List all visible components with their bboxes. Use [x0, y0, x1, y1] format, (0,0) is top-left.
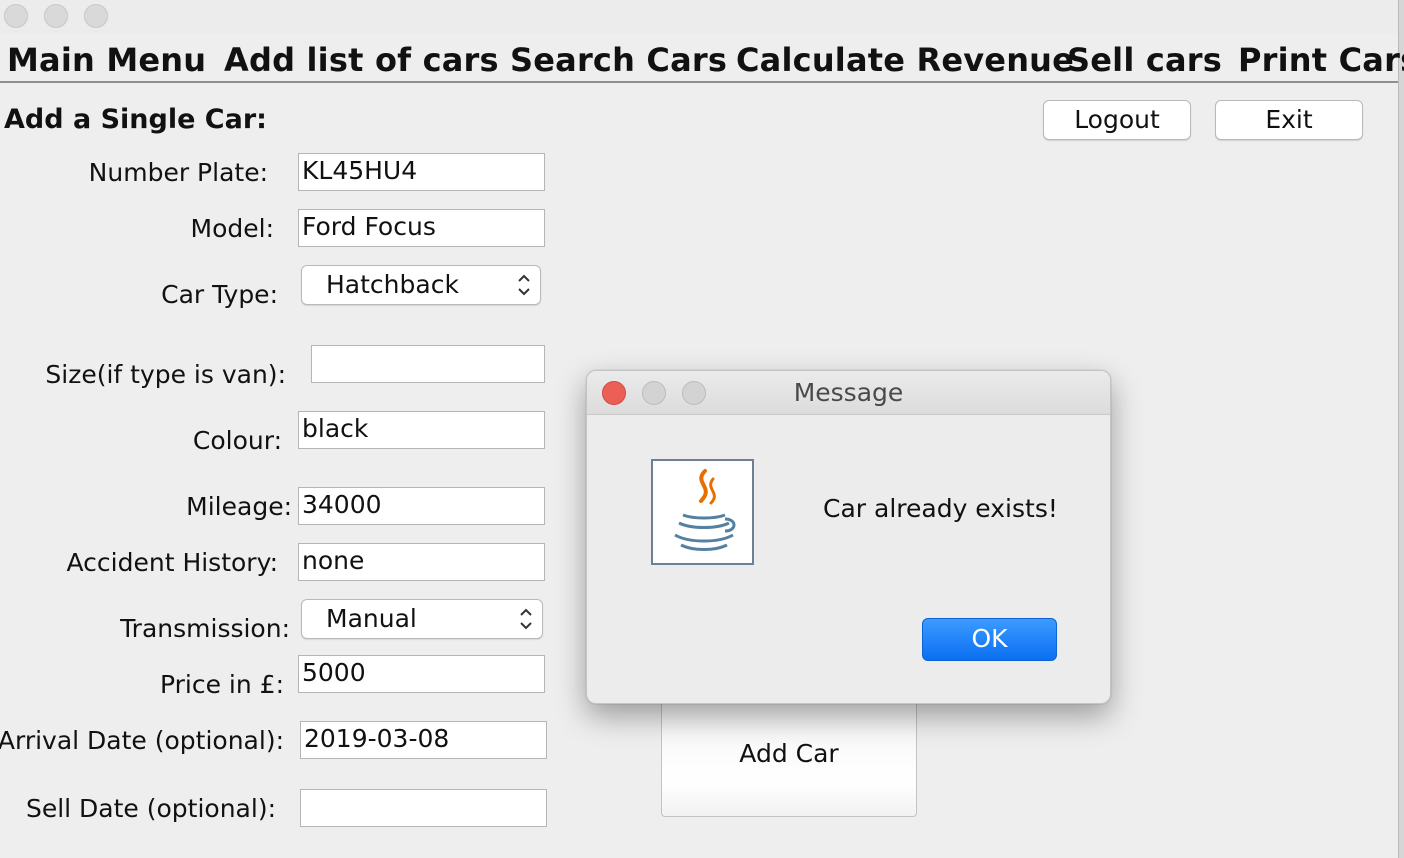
car-type-select[interactable]: Hatchback	[301, 265, 541, 305]
window-zoom-button[interactable]	[84, 4, 108, 28]
window-edge	[1398, 0, 1404, 858]
car-type-selected-value: Hatchback	[326, 270, 459, 299]
menu-add-list-of-cars[interactable]: Add list of cars	[224, 40, 499, 80]
colour-label: Colour:	[192, 426, 282, 455]
accident-history-label: Accident History:	[66, 548, 279, 577]
mileage-field[interactable]: 34000	[298, 487, 545, 525]
model-label: Model:	[190, 214, 274, 243]
add-car-button[interactable]: Add Car	[661, 700, 917, 817]
model-field[interactable]: Ford Focus	[298, 209, 545, 247]
transmission-selected-value: Manual	[326, 604, 417, 633]
menu-sell-cars[interactable]: Sell cars	[1067, 40, 1222, 80]
car-type-label: Car Type:	[161, 280, 278, 309]
java-coffee-cup-icon	[651, 459, 754, 565]
sell-date-field[interactable]	[300, 789, 547, 827]
accident-history-field[interactable]: none	[298, 543, 545, 581]
menu-main-menu[interactable]: Main Menu	[7, 40, 206, 80]
menu-search-cars[interactable]: Search Cars	[510, 40, 727, 80]
menu-print-cars[interactable]: Print Cars	[1238, 40, 1404, 80]
chevron-up-down-icon	[520, 608, 532, 630]
menu-calculate-revenue[interactable]: Calculate Revenue	[736, 40, 1074, 80]
exit-button[interactable]: Exit	[1215, 100, 1363, 140]
number-plate-label: Number Plate:	[88, 158, 268, 187]
chevron-up-down-icon	[518, 274, 530, 296]
window-minimize-button[interactable]	[44, 4, 68, 28]
dialog-message: Car already exists!	[823, 494, 1058, 523]
arrival-date-field[interactable]: 2019-03-08	[300, 721, 547, 759]
size-field[interactable]	[311, 345, 545, 383]
transmission-label: Transmission:	[120, 614, 290, 643]
section-title: Add a Single Car:	[4, 104, 267, 135]
sell-date-label: Sell Date (optional):	[25, 794, 276, 823]
size-label: Size(if type is van):	[45, 360, 286, 389]
menu-bar: Main Menu Add list of cars Search Cars C…	[0, 38, 1404, 83]
logout-button[interactable]: Logout	[1043, 100, 1191, 140]
transmission-select[interactable]: Manual	[301, 599, 543, 639]
number-plate-field[interactable]: KL45HU4	[298, 153, 545, 191]
window-titlebar	[0, 0, 1398, 34]
price-label: Price in £:	[160, 670, 284, 699]
arrival-date-label: Arrival Date (optional):	[0, 726, 284, 755]
dialog-title: Message	[793, 378, 904, 407]
mileage-label: Mileage:	[186, 492, 292, 521]
ok-button[interactable]: OK	[922, 618, 1057, 661]
colour-field[interactable]: black	[298, 411, 545, 449]
dialog-titlebar: Message	[587, 371, 1110, 415]
message-dialog: Message Car already exists! OK	[586, 370, 1111, 704]
price-field[interactable]: 5000	[298, 655, 545, 693]
window-close-button[interactable]	[4, 4, 28, 28]
